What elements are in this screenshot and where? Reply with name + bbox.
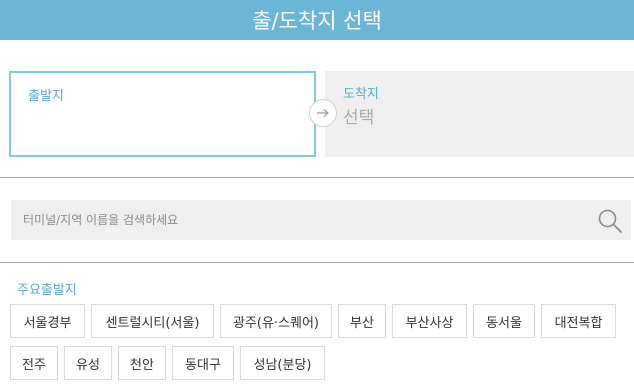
search-input[interactable] bbox=[11, 200, 591, 240]
terminal-chip[interactable]: 동대구 bbox=[172, 346, 234, 380]
page-title: 출/도착지 선택 bbox=[252, 9, 382, 33]
chip-row: 서울경부 센트럴시티(서울) 광주(유·스퀘어) 부산 부산사상 동서울 대전복… bbox=[10, 304, 630, 338]
arrival-value: 선택 bbox=[343, 108, 375, 128]
terminal-chip[interactable]: 부산사상 bbox=[392, 304, 467, 338]
search-icon[interactable] bbox=[597, 208, 623, 234]
divider bbox=[0, 177, 634, 178]
terminal-chip[interactable]: 유성 bbox=[64, 346, 112, 380]
arrow-right-icon bbox=[309, 99, 337, 127]
terminal-chip[interactable]: 동서울 bbox=[473, 304, 535, 338]
terminal-chip[interactable]: 천안 bbox=[118, 346, 166, 380]
header-bar: 출/도착지 선택 bbox=[0, 0, 634, 40]
terminal-chip[interactable]: 부산 bbox=[338, 304, 386, 338]
terminal-chip[interactable]: 전주 bbox=[10, 346, 58, 380]
departure-label: 출발지 bbox=[28, 89, 64, 104]
search-bar bbox=[11, 200, 631, 240]
terminal-chip[interactable]: 성남(분당) bbox=[240, 346, 325, 380]
departure-field[interactable]: 출발지 bbox=[9, 71, 316, 157]
divider bbox=[0, 262, 634, 263]
arrival-field[interactable]: 도착지 선택 bbox=[325, 71, 634, 157]
terminal-chip[interactable]: 광주(유·스퀘어) bbox=[220, 304, 332, 338]
main-departures-list: 서울경부 센트럴시티(서울) 광주(유·스퀘어) 부산 부산사상 동서울 대전복… bbox=[10, 304, 630, 388]
chip-row: 전주 유성 천안 동대구 성남(분당) bbox=[10, 346, 630, 380]
arrival-label: 도착지 bbox=[343, 87, 379, 102]
route-selector: 출발지 도착지 선택 bbox=[9, 71, 634, 158]
terminal-chip[interactable]: 서울경부 bbox=[10, 304, 85, 338]
main-departures-title: 주요출발지 bbox=[17, 283, 77, 298]
terminal-chip[interactable]: 대전복합 bbox=[541, 304, 616, 338]
terminal-chip[interactable]: 센트럴시티(서울) bbox=[91, 304, 214, 338]
